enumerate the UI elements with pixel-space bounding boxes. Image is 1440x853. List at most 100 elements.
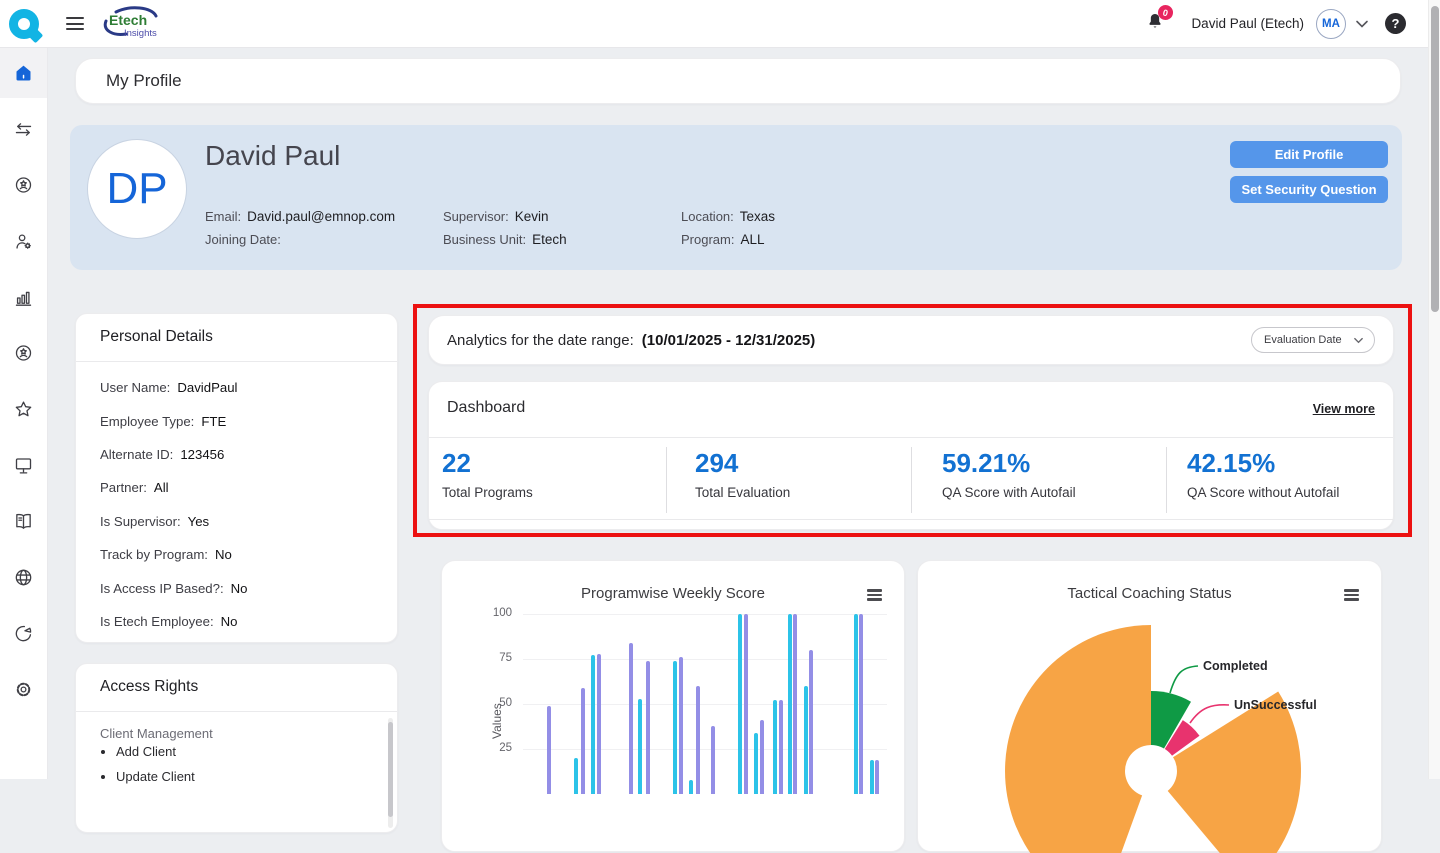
access-right-item: Add Client [116,744,195,769]
profile-field: Supervisor:Kevin [443,209,681,224]
analytics-range-card: Analytics for the date range: (10/01/202… [428,315,1394,365]
open-book-icon [13,511,34,532]
top-bar: Etech Insights 0 David Paul (Etech) MA ? [0,0,1428,48]
bar-series-purple [547,706,551,794]
y-axis-tick: 25 [469,742,512,754]
app-logo[interactable] [0,0,48,48]
swap-arrows-icon [13,119,34,140]
star-icon [13,399,34,420]
sidebar-item-monitor[interactable] [0,440,47,490]
user-avatar[interactable]: MA [1316,9,1346,39]
bar-series-purple [679,657,683,794]
personal-detail-row: Is Etech Employee:No [100,605,381,638]
personal-detail-row: Track by Program:No [100,538,381,571]
sidebar-item-coach-badge[interactable] [0,160,47,210]
profile-field: Business Unit:Etech [443,232,681,247]
profile-field: Location:Texas [681,209,981,224]
bar-series-cyan [854,614,858,794]
edit-profile-button[interactable]: Edit Profile [1230,141,1388,168]
set-security-question-button[interactable]: Set Security Question [1230,176,1388,203]
detail-label: Alternate ID: [100,447,173,462]
personal-detail-row: User Name:DavidPaul [100,371,381,404]
personal-details-rows: User Name:DavidPaul Employee Type: FTE Alte… [100,371,381,638]
detail-value: Yes [188,514,210,529]
svg-text:Etech: Etech [109,12,147,28]
detail-value: No [215,547,232,562]
sidebar-item-globe[interactable] [0,552,47,602]
chart-menu-icon[interactable] [867,587,882,603]
bar-series-purple [581,688,585,794]
bar-series-purple [597,654,601,794]
personal-detail-row: Is Supervisor:Yes [100,505,381,538]
sidebar-item-home[interactable] [0,48,47,98]
bar-series-purple [760,720,764,794]
detail-value: DavidPaul [177,380,237,395]
personal-detail-row: Partner:All [100,471,381,504]
sidebar-item-swap-arrows[interactable] [0,104,47,154]
bar-series-cyan [591,655,595,794]
y-axis-tick: 50 [469,697,512,709]
personal-details-card: Personal Details User Name:DavidPaulEmpl… [75,313,398,643]
help-button[interactable]: ? [1385,13,1406,34]
field-value: David.paul@emnop.com [247,209,395,224]
detail-label: Partner: [100,480,147,495]
profile-fields: Email:David.paul@emnop.comSupervisor:Kev… [205,209,981,247]
stat-label: Total Evaluation [695,485,790,500]
divider [429,437,1393,438]
y-axis-tick: 75 [469,652,512,664]
stat-value: 59.21% [942,448,1076,478]
access-rights-scrollbar-thumb[interactable] [388,722,393,817]
notifications-button[interactable]: 0 [1145,11,1165,37]
sidebar-item-star[interactable] [0,384,47,434]
profile-field: Joining Date: [205,232,443,247]
profile-name: David Paul [205,140,340,172]
bar-series-cyan [638,699,642,794]
detail-value: 123456 [180,447,224,462]
divider [76,711,397,712]
sidebar-item-quality-badge[interactable] [0,328,47,378]
sidebar-item-pie[interactable] [0,608,47,658]
profile-field: Email:David.paul@emnop.com [205,209,443,224]
chevron-down-icon[interactable] [1355,18,1369,30]
pie-slice-label: UnSuccessful [1234,698,1317,712]
bar-series-purple [809,650,813,794]
stat-divider [1166,447,1167,513]
sidebar-item-bar-chart[interactable] [0,272,47,322]
etech-insights-logo: Etech Insights [100,5,162,43]
bar-series-purple [793,614,797,794]
page-scrollbar-thumb[interactable] [1431,6,1439,312]
personal-detail-row: Alternate ID: 123456 [100,438,381,471]
bar-series-cyan [738,614,742,794]
dashboard-title: Dashboard [447,399,525,417]
view-more-link[interactable]: View more [1313,402,1375,416]
menu-toggle-icon[interactable] [66,14,86,34]
detail-value: FTE [201,414,226,429]
access-rights-group: Client Management [100,726,213,741]
field-label: Supervisor: [443,209,509,224]
pie-plot-area: CompletedUnSuccessful [918,601,1383,853]
field-label: Joining Date: [205,232,281,247]
access-rights-title: Access Rights [100,678,198,700]
bar-chart-icon [13,287,34,308]
field-value: Texas [740,209,775,224]
bar-series-cyan [754,733,758,794]
sidebar-nav [0,48,48,779]
page-title-card: My Profile [75,58,1401,104]
pie-hole [1125,745,1177,797]
bar-series-purple [779,700,783,794]
stat-divider [666,447,667,513]
detail-label: Employee Type: [100,414,194,429]
sidebar-item-settings[interactable] [0,664,47,714]
bar-series-purple [859,614,863,794]
sidebar-item-user-settings[interactable] [0,216,47,266]
date-type-dropdown[interactable]: Evaluation Date [1251,327,1375,353]
bar-series-cyan [673,661,677,794]
pie-slice-in-progress [1005,625,1151,853]
callout-line [1190,705,1229,723]
sidebar-item-open-book[interactable] [0,496,47,546]
profile-avatar: DP [87,139,187,239]
bar-series-cyan [870,760,874,794]
stat-label: QA Score without Autofail [1187,485,1339,500]
stat-label: QA Score with Autofail [942,485,1076,500]
home-icon [13,63,34,84]
